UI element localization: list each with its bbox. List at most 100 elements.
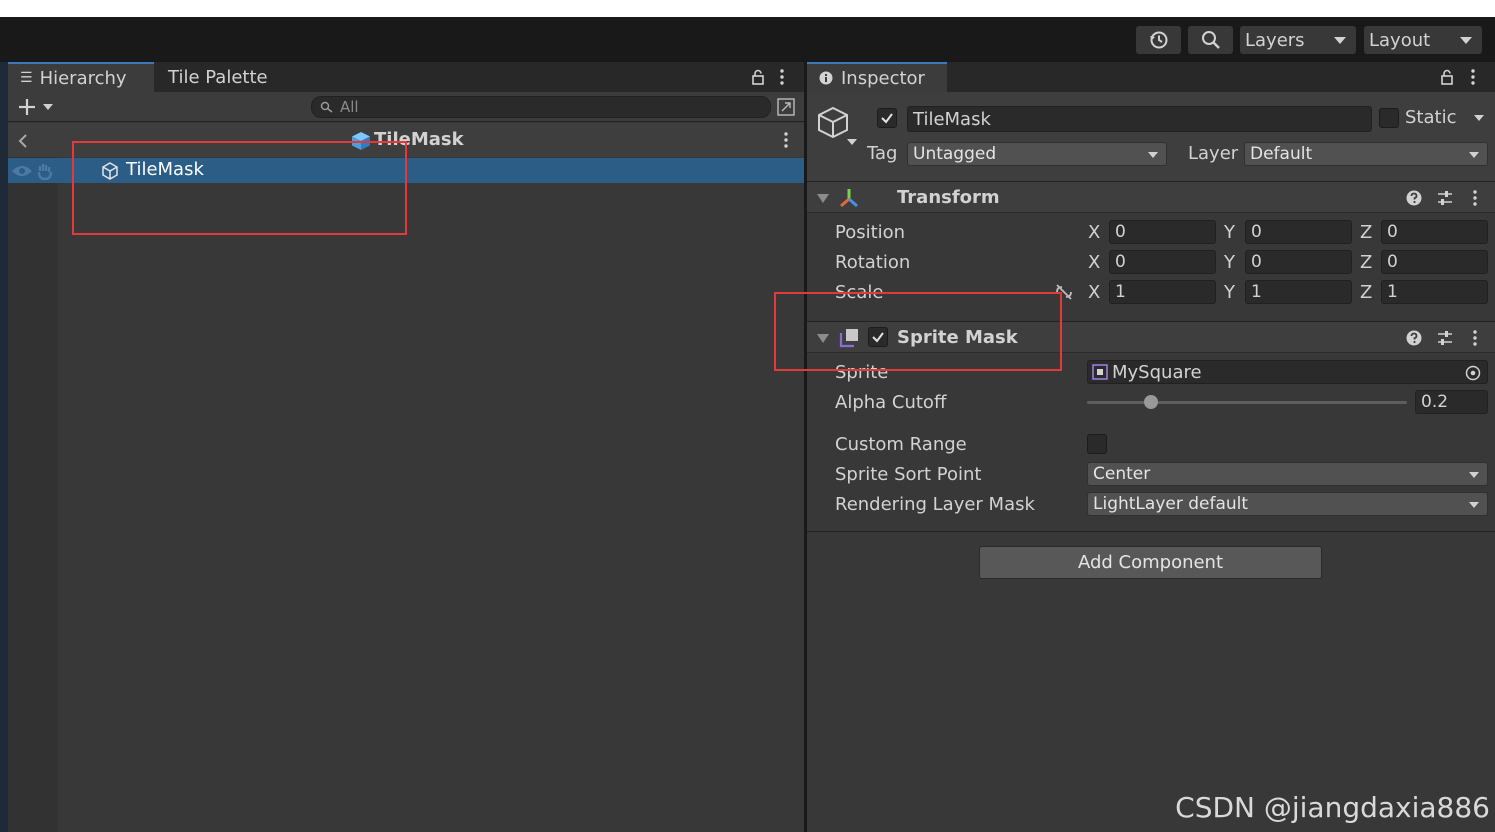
more-vert-icon[interactable] <box>1469 68 1477 86</box>
rendering-layer-mask-value: LightLayer default <box>1093 494 1249 514</box>
pickable-hand-icon[interactable] <box>36 162 54 180</box>
more-vert-icon[interactable] <box>1471 329 1479 347</box>
chevron-down-icon[interactable] <box>1473 114 1485 122</box>
lock-icon[interactable] <box>750 69 766 85</box>
chevron-down-icon <box>1469 502 1479 508</box>
object-picker-icon[interactable] <box>1465 365 1481 381</box>
lock-icon[interactable] <box>1439 69 1455 85</box>
axis-x-label: X <box>1088 222 1101 243</box>
search-icon <box>1201 31 1220 49</box>
more-vert-icon[interactable] <box>1471 189 1479 207</box>
rendering-layer-mask-dropdown[interactable]: LightLayer default <box>1087 492 1488 516</box>
help-icon[interactable] <box>1406 330 1422 346</box>
rotation-y-value: 0 <box>1251 252 1262 272</box>
visibility-column <box>8 157 58 832</box>
watermark: CSDN @jiangdaxia886 <box>1175 791 1490 824</box>
transform-icon <box>840 189 858 208</box>
scene-visibility-icon[interactable] <box>777 98 795 116</box>
tag-dropdown[interactable]: Untagged <box>907 142 1167 166</box>
presets-icon[interactable] <box>1436 329 1454 347</box>
alpha-cutoff-value: 0.2 <box>1421 392 1449 412</box>
tab-tile-palette[interactable]: Tile Palette <box>156 62 296 92</box>
sprite-object-field[interactable]: MySquare <box>1087 360 1488 384</box>
axis-y-label: Y <box>1224 252 1235 273</box>
rotation-y-field[interactable]: 0 <box>1245 250 1352 274</box>
scale-x-field[interactable]: 1 <box>1109 280 1216 304</box>
sprite-sort-point-label: Sprite Sort Point <box>835 464 982 485</box>
info-icon <box>819 71 833 85</box>
active-checkbox[interactable] <box>877 108 897 128</box>
layout-dropdown[interactable]: Layout <box>1364 26 1482 54</box>
transform-header[interactable]: Transform <box>807 181 1495 213</box>
back-arrow-icon[interactable] <box>17 133 29 149</box>
chevron-down-icon <box>1148 152 1158 158</box>
add-button[interactable] <box>17 97 55 117</box>
tab-hierarchy-label: Hierarchy <box>39 67 127 89</box>
rotation-x-field[interactable]: 0 <box>1109 250 1216 274</box>
rotation-z-value: 0 <box>1387 252 1398 272</box>
list-icon: ☰ <box>20 70 33 86</box>
history-icon <box>1149 31 1167 49</box>
tab-tile-palette-label: Tile Palette <box>168 66 268 88</box>
sprite-sort-point-dropdown[interactable]: Center <box>1087 462 1488 486</box>
position-x-field[interactable]: 0 <box>1109 220 1216 244</box>
add-component-button[interactable]: Add Component <box>979 546 1322 579</box>
alpha-cutoff-slider-track[interactable] <box>1087 401 1407 404</box>
position-y-value: 0 <box>1251 222 1262 242</box>
axis-x-label: X <box>1088 252 1101 273</box>
tab-inspector[interactable]: Inspector <box>807 62 947 92</box>
chevron-down-icon <box>1469 472 1479 478</box>
scale-z-field[interactable]: 1 <box>1381 280 1488 304</box>
layers-dropdown[interactable]: Layers <box>1240 26 1356 54</box>
chevron-down-icon <box>1334 37 1346 44</box>
hierarchy-search-input[interactable]: All <box>311 96 771 118</box>
tab-inspector-label: Inspector <box>841 67 925 89</box>
scale-y-value: 1 <box>1251 282 1262 302</box>
position-z-field[interactable]: 0 <box>1381 220 1488 244</box>
tag-label: Tag <box>867 143 898 164</box>
inspector-tab-bar: Inspector <box>807 62 1495 92</box>
more-vert-icon[interactable] <box>778 68 786 86</box>
object-name-field[interactable]: TileMask <box>907 106 1372 132</box>
more-vert-icon[interactable] <box>782 131 790 149</box>
axis-y-label: Y <box>1224 282 1235 303</box>
static-checkbox[interactable] <box>1379 108 1399 128</box>
position-label: Position <box>835 222 906 243</box>
chevron-down-icon <box>1460 37 1472 44</box>
custom-range-checkbox[interactable] <box>1087 434 1107 454</box>
axis-y-label: Y <box>1224 222 1235 243</box>
history-button[interactable] <box>1136 26 1181 54</box>
hierarchy-toolbar: All <box>8 92 804 122</box>
tag-value: Untagged <box>913 144 997 164</box>
layer-value: Default <box>1250 144 1313 164</box>
alpha-cutoff-label: Alpha Cutoff <box>835 392 947 413</box>
gameobject-header: TileMask Static Tag Untagged Layer Defau… <box>807 92 1495 182</box>
sprite-sort-point-value: Center <box>1093 464 1151 484</box>
rotation-label: Rotation <box>835 252 911 273</box>
annotation-box <box>72 141 407 235</box>
rotation-z-field[interactable]: 0 <box>1381 250 1488 274</box>
left-edge <box>0 62 8 832</box>
presets-icon[interactable] <box>1436 189 1454 207</box>
search-button[interactable] <box>1188 26 1233 54</box>
gameobject-cube-icon[interactable] <box>817 104 861 148</box>
axis-z-label: Z <box>1360 222 1373 243</box>
foldout-arrow-icon[interactable] <box>817 194 829 203</box>
alpha-cutoff-field[interactable]: 0.2 <box>1415 390 1488 414</box>
scale-y-field[interactable]: 1 <box>1245 280 1352 304</box>
top-white-strip <box>0 0 1495 17</box>
search-icon <box>320 101 333 113</box>
position-y-field[interactable]: 0 <box>1245 220 1352 244</box>
add-component-label: Add Component <box>1077 552 1224 573</box>
help-icon[interactable] <box>1406 190 1422 206</box>
layer-label: Layer <box>1188 143 1239 164</box>
inspector-panel: Inspector TileMask Static Tag Untagged L… <box>807 62 1495 832</box>
tab-hierarchy[interactable]: ☰ Hierarchy <box>8 62 154 92</box>
eye-icon[interactable] <box>11 163 33 179</box>
object-name: TileMask <box>913 108 991 130</box>
scale-z-value: 1 <box>1387 282 1398 302</box>
alpha-cutoff-slider-thumb[interactable] <box>1144 395 1158 409</box>
axis-x-label: X <box>1088 282 1101 303</box>
layer-dropdown[interactable]: Default <box>1244 142 1488 166</box>
main-toolbar: Layers Layout <box>0 17 1495 62</box>
